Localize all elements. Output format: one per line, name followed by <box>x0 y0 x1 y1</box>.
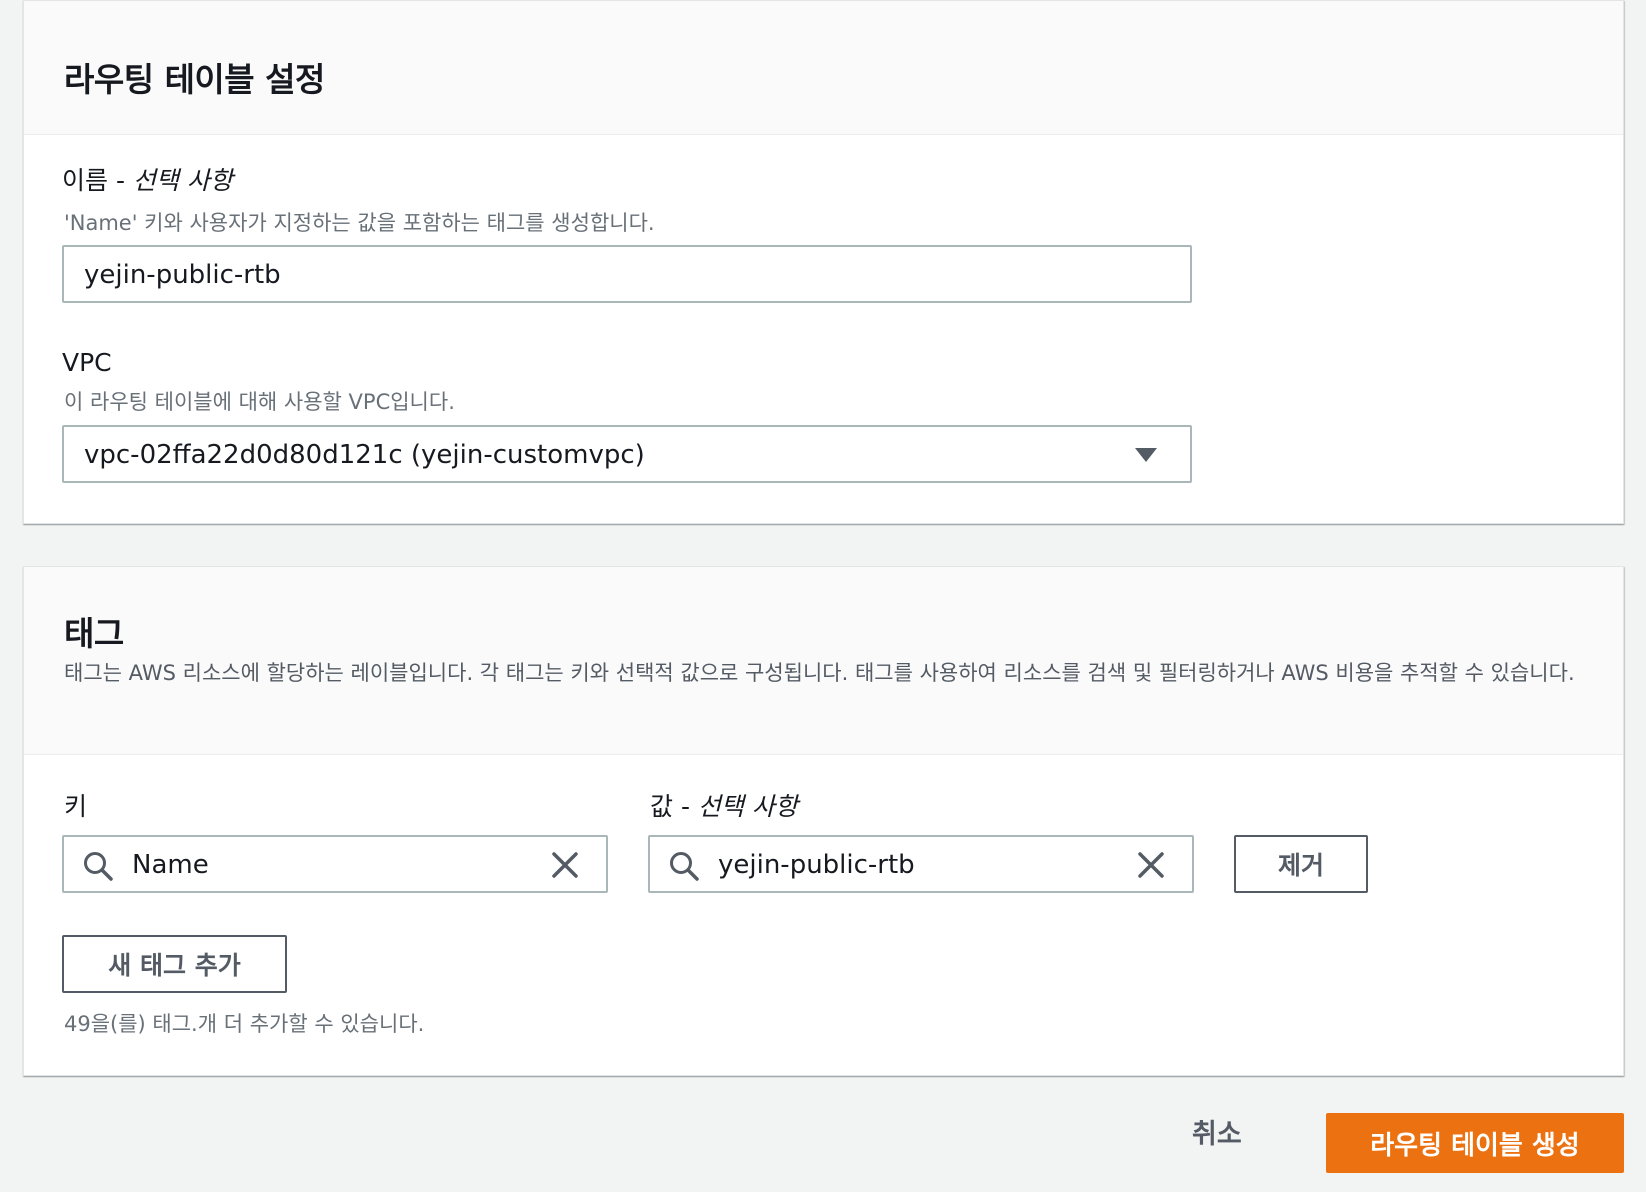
name-field-label: 이름 - 선택 사항 <box>62 166 233 195</box>
tag-value-value: yejin-public-rtb <box>718 850 915 880</box>
vpc-field-hint: 이 라우팅 테이블에 대해 사용할 VPC입니다. <box>64 390 455 414</box>
tag-limit-text: 49을(를) 태그.개 더 추가할 수 있습니다. <box>64 1012 425 1036</box>
clear-icon[interactable] <box>1138 852 1164 878</box>
search-icon <box>84 852 113 881</box>
name-input-value: yejin-public-rtb <box>84 260 281 290</box>
tags-description: 태그는 AWS 리소스에 할당하는 레이블입니다. 각 태그는 키와 선택적 값… <box>64 661 1575 685</box>
remove-tag-button[interactable]: 제거 <box>1234 835 1368 893</box>
tags-title: 태그 <box>64 614 124 653</box>
name-input[interactable]: yejin-public-rtb <box>62 245 1192 303</box>
tag-value-label: 값 - 선택 사항 <box>650 792 798 821</box>
tag-key-value: Name <box>132 850 209 880</box>
cancel-button[interactable]: 취소 <box>1192 1112 1242 1151</box>
tag-value-input[interactable]: yejin-public-rtb <box>648 835 1194 893</box>
name-field-hint: 'Name' 키와 사용자가 지정하는 값을 포함하는 태그를 생성합니다. <box>64 211 655 235</box>
vpc-select-value: vpc-02ffa22d0d80d121c (yejin-customvpc) <box>84 440 645 470</box>
create-route-table-button[interactable]: 라우팅 테이블 생성 <box>1326 1113 1624 1173</box>
tags-header: 태그 태그는 AWS 리소스에 할당하는 레이블입니다. 각 태그는 키와 선택… <box>24 567 1623 755</box>
vpc-field-label: VPC <box>62 348 112 377</box>
tag-key-input[interactable]: Name <box>62 835 608 893</box>
route-table-settings-header: 라우팅 테이블 설정 <box>24 1 1623 135</box>
tag-key-label: 키 <box>64 792 88 821</box>
vpc-select[interactable]: vpc-02ffa22d0d80d121c (yejin-customvpc) <box>62 425 1192 483</box>
tags-panel: 태그 태그는 AWS 리소스에 할당하는 레이블입니다. 각 태그는 키와 선택… <box>23 566 1624 1076</box>
search-icon <box>670 852 699 881</box>
route-table-settings-title: 라우팅 테이블 설정 <box>64 60 325 99</box>
dropdown-caret-icon <box>1135 448 1157 462</box>
add-tag-button[interactable]: 새 태그 추가 <box>62 935 287 993</box>
clear-icon[interactable] <box>552 852 578 878</box>
route-table-settings-panel: 라우팅 테이블 설정 이름 - 선택 사항 'Name' 키와 사용자가 지정하… <box>23 0 1624 524</box>
